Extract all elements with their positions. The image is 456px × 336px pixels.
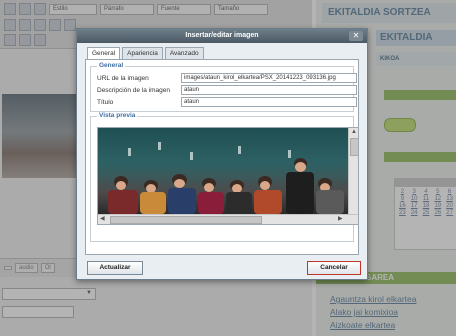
general-legend: General: [97, 62, 126, 69]
preview-vertical-thumb[interactable]: [350, 138, 358, 156]
preview-fieldset: Vista previa ▲ ◀ ▶: [90, 112, 359, 242]
preview-photo: [98, 128, 348, 214]
scroll-left-icon[interactable]: ◀: [100, 215, 105, 224]
preview-vertical-scrollbar[interactable]: ▲: [348, 128, 358, 214]
scroll-right-icon[interactable]: ▶: [338, 215, 343, 224]
dialog-tabs: General Apariencia Avanzado: [87, 47, 204, 60]
title-input[interactable]: ataun: [181, 97, 357, 107]
description-input[interactable]: ataun: [181, 85, 357, 95]
preview-legend: Vista previa: [97, 112, 138, 119]
dialog-title: Insertar/editar imagen: [185, 32, 259, 39]
dialog-titlebar[interactable]: Insertar/editar imagen ✕: [77, 29, 367, 43]
image-url-label: URL de la imagen: [97, 74, 149, 82]
tab-appearance[interactable]: Apariencia: [122, 47, 163, 59]
close-icon[interactable]: ✕: [349, 31, 363, 41]
general-fieldset: General URL de la imagen images/ataun_ki…: [90, 62, 357, 112]
update-button[interactable]: Actualizar: [87, 261, 143, 275]
title-row: Título ataun: [97, 97, 357, 107]
image-url-row: URL de la imagen images/ataun_kirol_elka…: [97, 73, 357, 83]
cancel-button[interactable]: Cancelar: [307, 261, 361, 275]
image-preview: ▲ ◀ ▶: [97, 127, 359, 225]
preview-horizontal-scrollbar[interactable]: ◀ ▶: [98, 214, 358, 224]
image-url-input[interactable]: images/ataun_kirol_elkartea/PSX_20141223…: [181, 73, 357, 83]
scroll-up-icon[interactable]: ▲: [351, 128, 357, 137]
title-label: Título: [97, 98, 114, 106]
description-row: Descripción de la imagen ataun: [97, 85, 357, 95]
insert-image-dialog: Insertar/editar imagen ✕ General Aparien…: [76, 28, 368, 280]
description-label: Descripción de la imagen: [97, 86, 170, 94]
preview-horizontal-thumb[interactable]: [110, 216, 262, 224]
tab-panel-general: General URL de la imagen images/ataun_ki…: [85, 59, 359, 255]
tab-advanced[interactable]: Avanzado: [164, 47, 204, 59]
